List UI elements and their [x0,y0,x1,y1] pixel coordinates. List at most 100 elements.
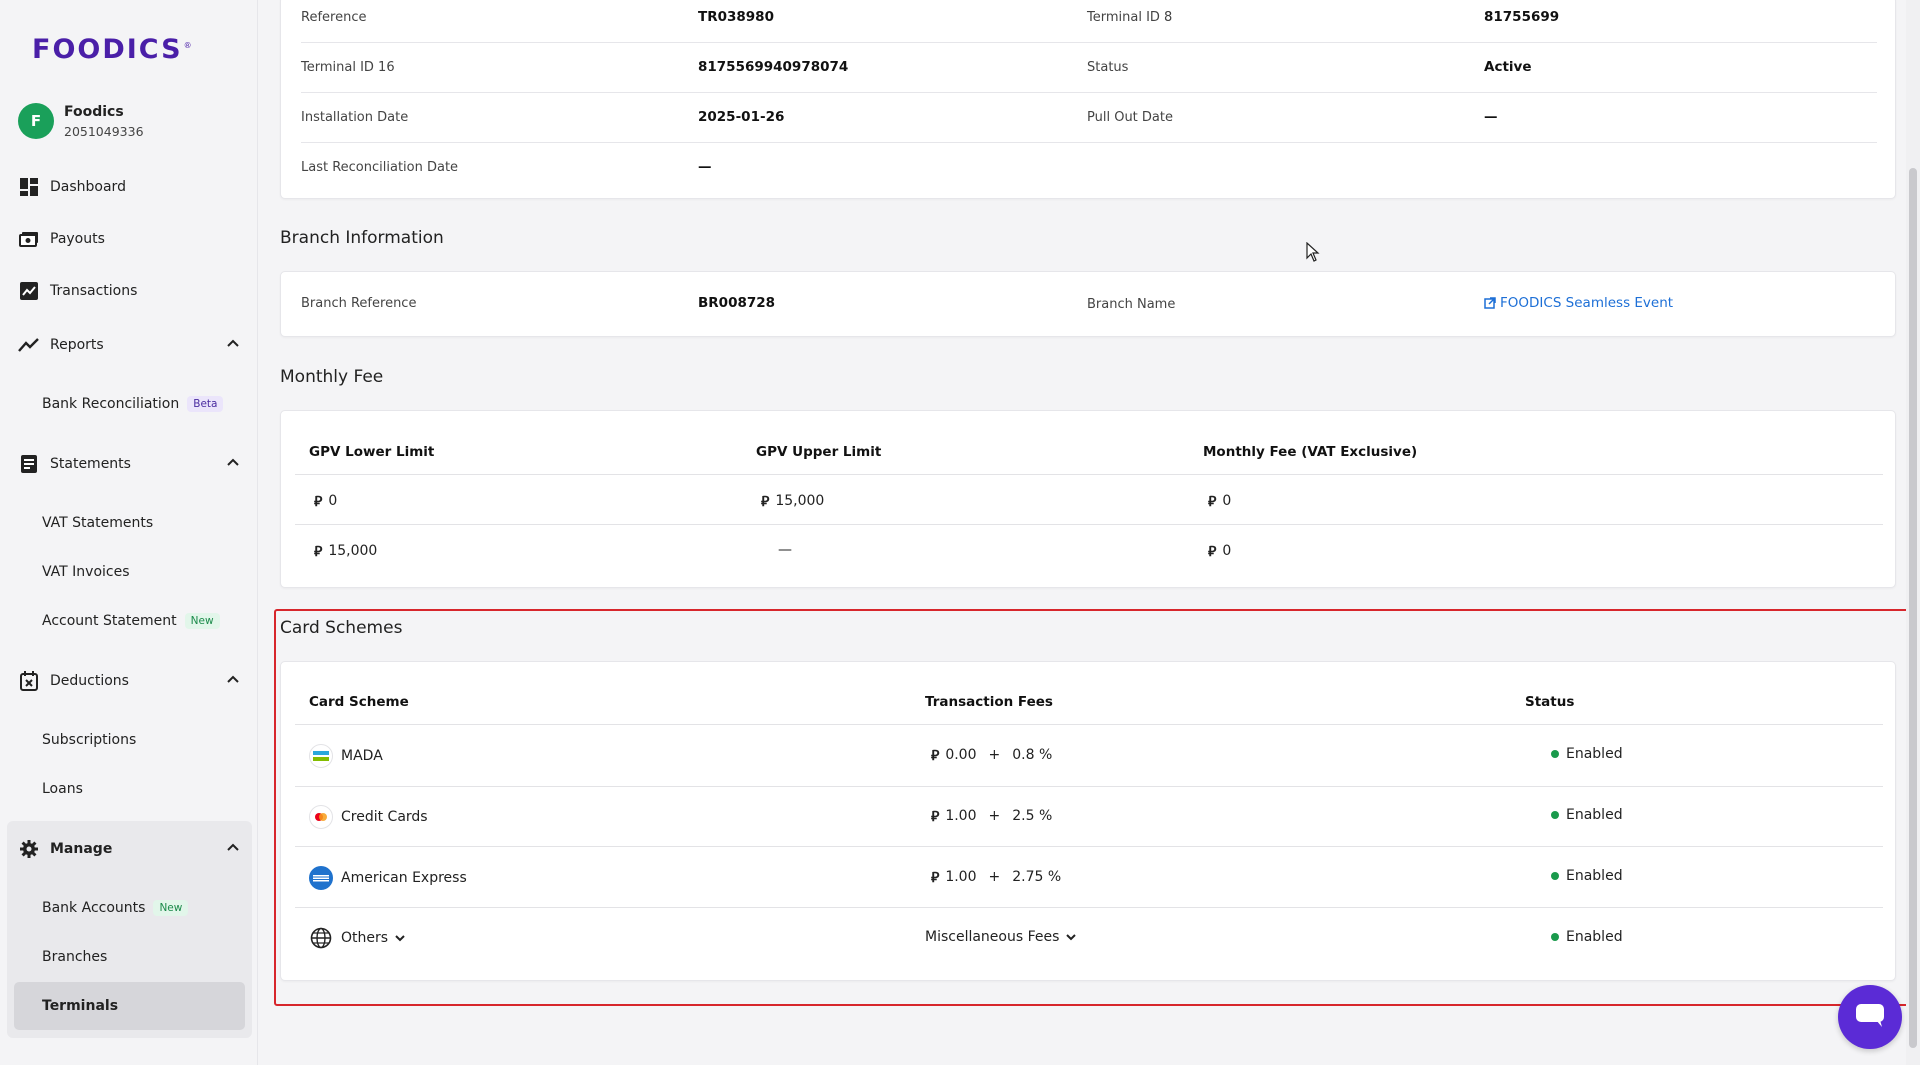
sidebar-item-label: Bank Accounts [42,900,146,916]
branch-information-card: Branch Reference BR008728 Branch Name FO… [280,271,1896,337]
branch-name-link[interactable]: FOODICS Seamless Event [1484,295,1673,311]
gear-icon [18,838,40,860]
transactions-icon [18,280,40,302]
sidebar-item-label: Subscriptions [42,732,137,748]
sidebar-item-label: VAT Invoices [42,564,130,580]
sidebar-item-vat-statements[interactable]: VAT Statements [42,512,153,534]
sidebar-item-statements[interactable]: Statements [18,451,240,477]
chevron-up-icon[interactable] [226,455,240,473]
table-cell: American Express [309,866,467,890]
sidebar-item-loans[interactable]: Loans [42,778,83,800]
chevron-up-icon[interactable] [226,336,240,354]
sidebar-item-dashboard[interactable]: Dashboard [18,174,240,200]
sidebar-item-subscriptions[interactable]: Subscriptions [42,729,136,751]
sidebar-item-label: Account Statement [42,613,177,629]
status-badge: Enabled [1551,868,1623,884]
sidebar-item-terminals[interactable]: Terminals [42,995,118,1017]
others-dropdown[interactable]: Others [309,926,406,950]
sidebar-item-deductions[interactable]: Deductions [18,668,240,694]
terminal-id-8-value: 81755699 [1484,9,1560,25]
status-badge: Enabled [1551,746,1623,762]
card-schemes-title: Card Schemes [280,618,403,638]
status-value: Active [1484,59,1532,75]
table-cell: — [778,542,792,558]
riyal-icon: ⃁ [761,494,770,510]
monthly-fee: 0 [1222,493,1232,509]
table-cell: ⃁ 15,000 [761,492,824,510]
chevron-up-icon[interactable] [226,840,240,858]
sidebar-item-label: Loans [42,781,83,797]
status-text: Enabled [1566,807,1623,823]
chevron-up-icon[interactable] [226,672,240,690]
riyal-icon: ⃁ [314,494,323,510]
credit-card-icon [309,805,333,829]
sidebar: FOODICS® F Foodics 2051049336 Dashboard … [0,0,258,1065]
payouts-icon [18,228,40,250]
upper-limit: 15,000 [775,493,825,509]
lower-limit: 15,000 [328,543,378,559]
miscellaneous-fees-dropdown[interactable]: Miscellaneous Fees [925,929,1077,945]
new-badge: New [153,900,189,916]
status-badge: Enabled [1551,807,1623,823]
sidebar-item-label: Branches [42,949,108,965]
new-badge: New [184,613,220,629]
percent-fee: 0.8 % [1012,747,1053,763]
account-id: 2051049336 [64,123,144,139]
installation-date-value: 2025-01-26 [698,109,785,125]
status-dot-icon [1551,750,1559,758]
sidebar-item-label: Dashboard [50,179,126,195]
column-header: Transaction Fees [925,694,1053,710]
main-content: Reference TR038980 Terminal ID 8 8175569… [258,0,1920,1065]
table-cell: MADA [309,744,383,768]
riyal-icon: ⃁ [314,544,323,560]
sidebar-item-label: Bank Reconciliation [42,396,180,412]
scheme-name: MADA [341,748,383,764]
dashboard-icon [18,176,40,198]
last-reconciliation-label: Last Reconciliation Date [301,160,459,175]
sidebar-item-label: VAT Statements [42,515,154,531]
sidebar-item-label: Payouts [50,231,105,247]
sidebar-item-reports[interactable]: Reports [18,332,240,358]
monthly-fee-title: Monthly Fee [280,367,384,387]
status-text: Enabled [1566,746,1623,762]
branch-reference-label: Branch Reference [301,296,417,311]
scheme-name: American Express [341,870,467,886]
plus-sign: + [988,869,1001,885]
detail-row: Terminal ID 16 8175569940978074 Status A… [301,43,1877,93]
sidebar-item-manage[interactable]: Manage [18,836,240,862]
column-header: Status [1525,694,1575,710]
table-cell: ⃁ 0 [314,492,337,510]
scrollbar[interactable] [1906,0,1920,1065]
riyal-icon: ⃁ [931,809,940,825]
table-cell: ⃁ 1.00 + 2.75 % [931,868,1061,886]
sidebar-item-bank-reconciliation[interactable]: Bank Reconciliation Beta [42,393,224,415]
account-switcher[interactable]: F Foodics 2051049336 [18,103,144,139]
sidebar-item-transactions[interactable]: Transactions [18,278,240,304]
plus-sign: + [988,808,1001,824]
sidebar-item-branches[interactable]: Branches [42,946,107,968]
sidebar-item-payouts[interactable]: Payouts [18,226,240,252]
card-schemes-card: Card Scheme Transaction Fees Status MADA… [280,661,1896,981]
divider [295,474,1883,475]
percent-fee: 2.5 % [1012,808,1053,824]
sidebar-item-label: Reports [50,337,104,353]
sidebar-item-account-statement[interactable]: Account Statement New [42,610,220,632]
scrollbar-thumb[interactable] [1909,168,1917,1048]
lower-limit: 0 [328,493,338,509]
chat-icon [1854,1002,1886,1032]
chat-button[interactable] [1838,985,1902,1049]
status-dot-icon [1551,933,1559,941]
column-header: Monthly Fee (VAT Exclusive) [1203,444,1418,460]
amex-logo-icon [309,866,333,890]
sidebar-item-vat-invoices[interactable]: VAT Invoices [42,561,130,583]
column-header: GPV Upper Limit [756,444,882,460]
divider [295,846,1883,847]
foodics-logo[interactable]: FOODICS® [32,34,194,65]
branch-information-title: Branch Information [280,228,444,248]
upper-limit: — [778,542,792,558]
branch-name-label: Branch Name [1087,297,1176,312]
external-link-icon [1484,297,1496,309]
sidebar-item-bank-accounts[interactable]: Bank Accounts New [42,897,189,919]
chevron-down-icon [394,933,406,943]
sidebar-item-label: Transactions [50,283,138,299]
